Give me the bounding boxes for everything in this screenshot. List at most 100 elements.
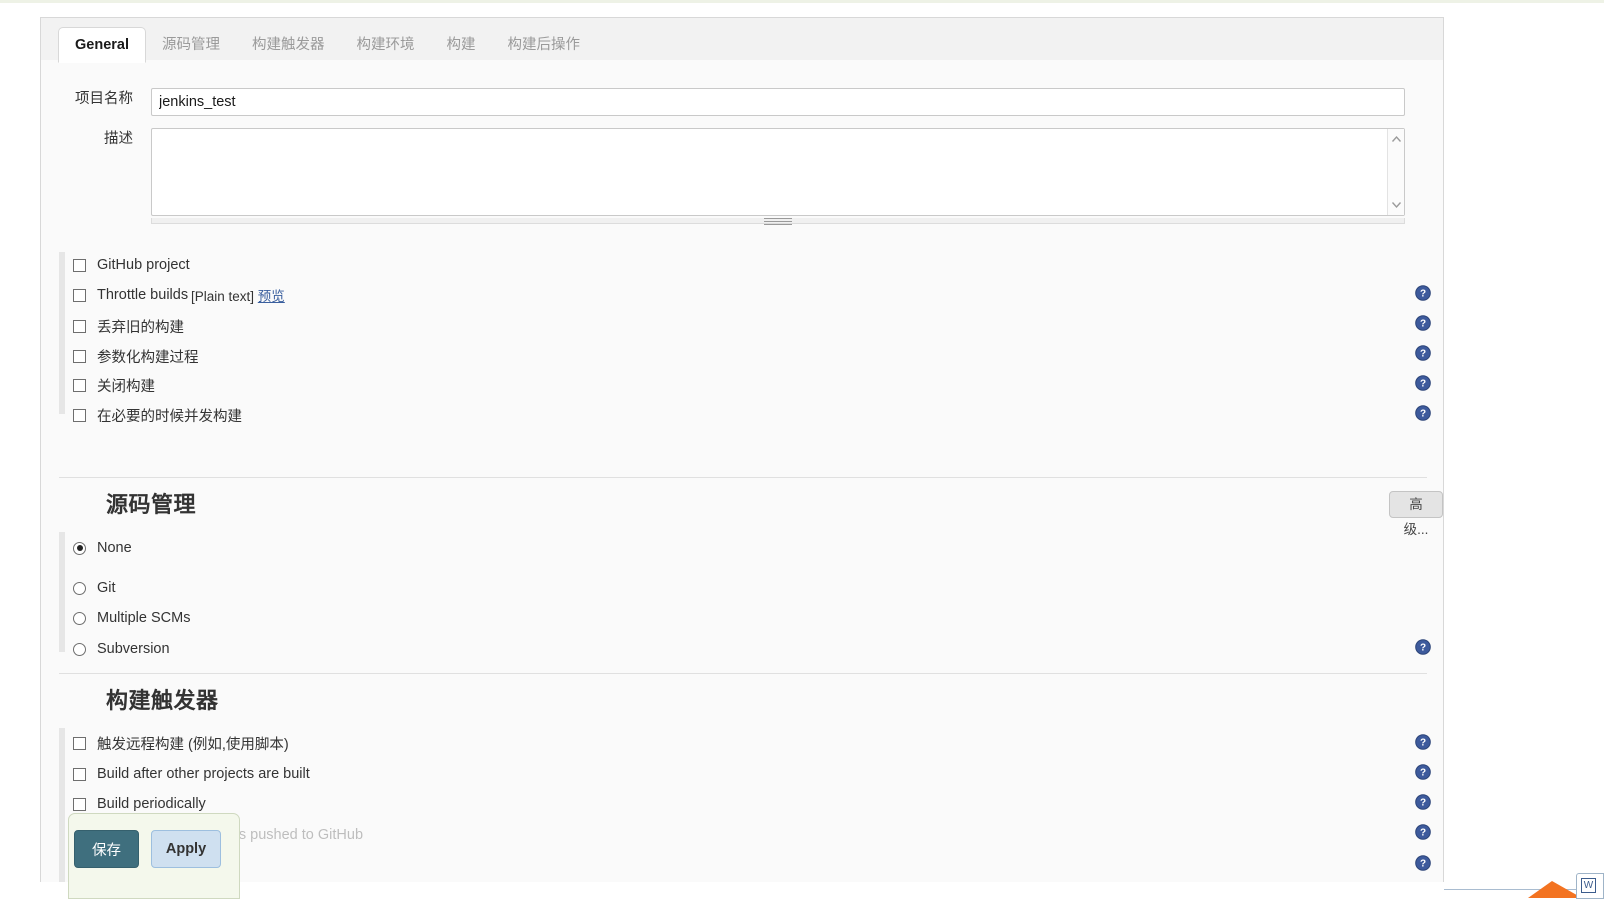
help-icon-subversion[interactable]: ? <box>1415 639 1431 655</box>
advanced-button[interactable]: 高级... <box>1389 491 1443 537</box>
radio-row-git[interactable]: Git <box>73 578 116 598</box>
orange-pointer-arrow-icon <box>1500 876 1584 899</box>
throttle-builds-label[interactable]: Throttle builds <box>97 287 188 303</box>
scm-subversion-label[interactable]: Subversion <box>97 641 170 657</box>
radio-row-multiple-scms[interactable]: Multiple SCMs <box>73 608 190 628</box>
concurrent-builds-checkbox[interactable] <box>73 408 86 422</box>
project-name-row: 项目名称 <box>59 88 1405 116</box>
tray-icon-box[interactable]: W <box>1576 873 1604 899</box>
plain-text-note-row: [Plain text] 预览 <box>191 285 285 305</box>
apply-button[interactable]: Apply <box>151 830 221 868</box>
svg-text:?: ? <box>1420 319 1426 330</box>
scroll-down-chevron-icon[interactable] <box>1391 199 1402 210</box>
build-after-other-projects-label[interactable]: Build after other projects are built <box>97 766 310 782</box>
scm-git-radio[interactable] <box>73 581 86 595</box>
parameterized-build-checkbox[interactable] <box>73 349 86 363</box>
svg-text:?: ? <box>1420 798 1426 809</box>
help-icon-concurrent-builds[interactable]: ? <box>1415 405 1431 421</box>
svg-text:?: ? <box>1420 643 1426 654</box>
checkbox-row-trigger-remote[interactable]: 触发远程构建 (例如,使用脚本) <box>73 733 289 753</box>
tab-source-code-management[interactable]: 源码管理 <box>146 28 236 62</box>
project-name-input[interactable] <box>151 88 1405 116</box>
svg-text:?: ? <box>1420 859 1426 870</box>
scm-section-title: 源码管理 <box>106 492 197 517</box>
checkbox-row-throttle-builds[interactable]: Throttle builds <box>73 285 188 305</box>
checkbox-row-concurrent-builds[interactable]: 在必要的时候并发构建 <box>73 405 242 425</box>
build-periodically-label[interactable]: Build periodically <box>97 796 206 812</box>
svg-text:?: ? <box>1420 828 1426 839</box>
svg-text:?: ? <box>1420 768 1426 779</box>
tab-general[interactable]: General <box>58 27 146 63</box>
scm-git-label[interactable]: Git <box>97 580 116 596</box>
throttle-builds-checkbox[interactable] <box>73 288 86 302</box>
build-after-other-projects-checkbox[interactable] <box>73 767 86 781</box>
floating-save-bar: 保存 Apply <box>68 813 240 899</box>
config-panel: 项目名称 描述 <box>40 60 1444 882</box>
scm-none-label[interactable]: None <box>97 540 132 556</box>
checkbox-row-github-project[interactable]: GitHub project <box>73 255 190 275</box>
checkbox-row-parameterized-build[interactable]: 参数化构建过程 <box>73 346 199 366</box>
tray-app-icon[interactable]: W <box>1581 878 1596 893</box>
scroll-up-chevron-icon[interactable] <box>1391 134 1402 145</box>
top-hairline <box>0 0 1604 3</box>
plain-text-note: [Plain text] <box>191 289 255 304</box>
jenkins-job-config-page: General 源码管理 构建触发器 构建环境 构建 构建后操作 项目名称 描述 <box>0 0 1604 899</box>
radio-row-none[interactable]: None <box>73 538 132 558</box>
concurrent-builds-label[interactable]: 在必要的时候并发构建 <box>97 405 242 426</box>
svg-text:?: ? <box>1420 409 1426 420</box>
preview-link[interactable]: 预览 <box>258 289 285 304</box>
help-icon-throttle-builds[interactable]: ? <box>1415 285 1431 301</box>
save-button[interactable]: 保存 <box>74 830 139 868</box>
scm-subversion-radio[interactable] <box>73 642 86 656</box>
description-textarea-wrap <box>151 128 1405 225</box>
checkbox-row-disable-build[interactable]: 关闭构建 <box>73 375 155 395</box>
checkbox-row-discard-old-builds[interactable]: 丢弃旧的构建 <box>73 316 184 336</box>
triggers-options-accent-bar <box>59 728 65 882</box>
discard-old-builds-label[interactable]: 丢弃旧的构建 <box>97 316 184 337</box>
triggers-section-divider <box>59 673 1427 674</box>
checkbox-row-build-periodically[interactable]: Build periodically <box>73 794 206 814</box>
help-icon-github-push-trigger[interactable]: ? <box>1415 824 1431 840</box>
svg-text:?: ? <box>1420 349 1426 360</box>
github-project-label[interactable]: GitHub project <box>97 257 190 273</box>
trigger-remote-checkbox[interactable] <box>73 736 86 750</box>
svg-text:?: ? <box>1420 379 1426 390</box>
description-label: 描述 <box>104 131 133 147</box>
help-icon-discard-old-builds[interactable]: ? <box>1415 315 1431 331</box>
checkbox-row-build-after-other-projects[interactable]: Build after other projects are built <box>73 764 310 784</box>
svg-text:?: ? <box>1420 289 1426 300</box>
discard-old-builds-checkbox[interactable] <box>73 319 86 333</box>
scm-multiple-radio[interactable] <box>73 611 86 625</box>
build-periodically-checkbox[interactable] <box>73 797 86 811</box>
help-icon-parameterized-build[interactable]: ? <box>1415 345 1431 361</box>
tab-build[interactable]: 构建 <box>431 28 492 62</box>
scm-none-radio[interactable] <box>73 541 86 555</box>
config-tab-bar: General 源码管理 构建触发器 构建环境 构建 构建后操作 <box>40 17 1444 63</box>
project-name-label: 项目名称 <box>75 91 133 107</box>
parameterized-build-label[interactable]: 参数化构建过程 <box>97 346 199 367</box>
description-row: 描述 <box>59 128 1405 225</box>
scm-section-divider <box>59 477 1427 478</box>
help-icon-poll-scm[interactable]: ? <box>1415 855 1431 871</box>
tab-build-environment[interactable]: 构建环境 <box>341 28 431 62</box>
description-textarea[interactable] <box>151 128 1405 216</box>
scm-multiple-label[interactable]: Multiple SCMs <box>97 610 190 626</box>
github-project-checkbox[interactable] <box>73 258 86 272</box>
help-icon-disable-build[interactable]: ? <box>1415 375 1431 391</box>
disable-build-label[interactable]: 关闭构建 <box>97 375 155 396</box>
svg-text:?: ? <box>1420 738 1426 749</box>
description-scrollbar[interactable] <box>1387 129 1404 215</box>
triggers-section-title: 构建触发器 <box>106 688 219 713</box>
radio-row-subversion[interactable]: Subversion <box>73 639 170 659</box>
trigger-remote-label[interactable]: 触发远程构建 (例如,使用脚本) <box>97 733 289 754</box>
tab-build-triggers[interactable]: 构建触发器 <box>236 28 341 62</box>
tab-list: General 源码管理 构建触发器 构建环境 构建 构建后操作 <box>41 18 597 63</box>
help-icon-trigger-remote[interactable]: ? <box>1415 734 1431 750</box>
scm-options-accent-bar <box>59 532 65 652</box>
disable-build-checkbox[interactable] <box>73 378 86 392</box>
help-icon-build-after-other-projects[interactable]: ? <box>1415 764 1431 780</box>
help-icon-build-periodically[interactable]: ? <box>1415 794 1431 810</box>
general-options-accent-bar <box>59 252 65 414</box>
description-resize-grip[interactable] <box>764 218 792 225</box>
tab-post-build-actions[interactable]: 构建后操作 <box>492 28 597 62</box>
